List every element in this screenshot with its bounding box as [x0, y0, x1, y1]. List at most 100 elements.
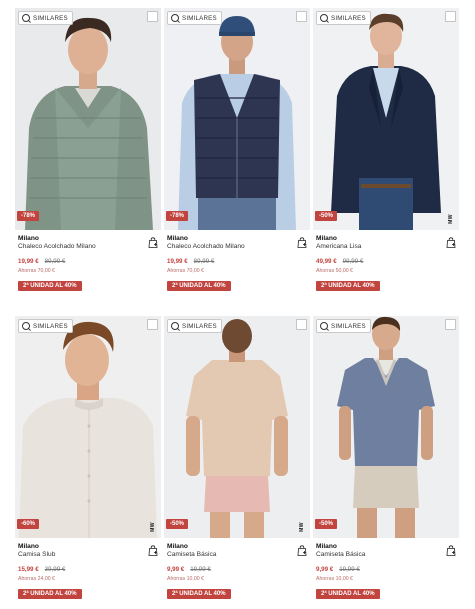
product-name[interactable]: Chaleco Acolchado Milano: [167, 243, 307, 250]
promo-badge: 2ª UNIDAD AL 40%: [18, 589, 82, 599]
product-row: SIMILARES -78% Milano Chaleco Acolchado …: [15, 8, 460, 308]
discount-badge: -50%: [315, 519, 338, 529]
product-card[interactable]: SIMILARES -78% Milano Chaleco Acolchado …: [15, 8, 161, 308]
compare-checkbox[interactable]: [147, 11, 158, 22]
product-image[interactable]: SIMILARES -78%: [164, 8, 310, 230]
compare-checkbox[interactable]: [147, 319, 158, 330]
product-name[interactable]: Camiseta Básica: [316, 551, 456, 558]
search-icon: [171, 322, 179, 330]
product-name[interactable]: Americana Lisa: [316, 243, 456, 250]
product-brand: Milano: [167, 543, 188, 550]
product-info: Milano Chaleco Acolchado Milano 19,99 € …: [167, 235, 307, 292]
original-price: 19,99 €: [339, 566, 360, 573]
product-image[interactable]: SIMILARES -50% MW: [313, 8, 459, 230]
compare-checkbox[interactable]: [296, 319, 307, 330]
similares-label: SIMILARES: [33, 14, 68, 22]
price-row: 19,99 € 89,99 €: [18, 258, 158, 265]
current-price: 49,99 €: [316, 258, 337, 265]
product-brand: Milano: [316, 235, 337, 242]
price-row: 15,99 € 39,99 €: [18, 566, 158, 573]
search-icon: [22, 14, 30, 22]
current-price: 9,99 €: [167, 566, 185, 573]
similares-label: SIMILARES: [331, 14, 366, 22]
compare-checkbox[interactable]: [445, 11, 456, 22]
price-row: 9,99 € 19,99 €: [167, 566, 307, 573]
similares-button[interactable]: SIMILARES: [167, 319, 222, 333]
compare-checkbox[interactable]: [296, 11, 307, 22]
man-in-blue-polo-illustration: [313, 316, 459, 538]
product-card[interactable]: SIMILARES -60% MW Milano Camisa Slub 15,…: [15, 316, 161, 609]
price-row: 19,99 € 89,99 €: [167, 258, 307, 265]
price-row: 49,99 € 99,99 €: [316, 258, 456, 265]
promo-badge: 2ª UNIDAD AL 40%: [167, 589, 231, 599]
similares-label: SIMILARES: [182, 14, 217, 22]
discount-badge: -50%: [166, 519, 189, 529]
original-price: 89,99 €: [193, 258, 215, 265]
product-image[interactable]: SIMILARES -60% MW: [15, 316, 161, 538]
promo-badge: 2ª UNIDAD AL 40%: [167, 281, 231, 291]
add-to-bag-icon[interactable]: [446, 237, 456, 248]
price-row: 9,99 € 19,99 €: [316, 566, 456, 573]
man-in-navy-quilted-vest-with-cap-illustration: [164, 8, 310, 230]
add-to-bag-icon[interactable]: [297, 545, 307, 556]
product-info: Milano Americana Lisa 49,99 € 99,99 € Ah…: [316, 235, 456, 292]
product-name[interactable]: Chaleco Acolchado Milano: [18, 243, 158, 250]
product-info: Milano Camiseta Básica 9,99 € 19,99 € Ah…: [316, 543, 456, 600]
product-brand: Milano: [167, 235, 188, 242]
product-info: Milano Camisa Slub 15,99 € 39,99 € Ahorr…: [18, 543, 158, 600]
similares-label: SIMILARES: [33, 322, 68, 330]
brand-mark: MW: [299, 522, 305, 532]
savings-text: Ahorras 10,00 €: [167, 576, 204, 582]
product-brand: Milano: [18, 235, 39, 242]
similares-button[interactable]: SIMILARES: [316, 11, 371, 25]
similares-button[interactable]: SIMILARES: [167, 11, 222, 25]
add-to-bag-icon[interactable]: [446, 545, 456, 556]
discount-badge: -78%: [166, 211, 189, 221]
current-price: 15,99 €: [18, 566, 39, 573]
current-price: 9,99 €: [316, 566, 334, 573]
product-card[interactable]: SIMILARES -50% MW Milano Americana Lisa …: [313, 8, 459, 308]
add-to-bag-icon[interactable]: [148, 545, 158, 556]
discount-badge: -50%: [315, 211, 338, 221]
discount-badge: -78%: [17, 211, 40, 221]
man-in-beige-tshirt-back-view-illustration: [164, 316, 310, 538]
savings-text: Ahorras 50,00 €: [316, 268, 353, 274]
similares-button[interactable]: SIMILARES: [18, 319, 73, 333]
man-in-green-quilted-vest-illustration: [15, 8, 161, 230]
brand-mark: MW: [448, 214, 454, 224]
promo-badge: 2ª UNIDAD AL 40%: [316, 589, 380, 599]
product-name[interactable]: Camisa Slub: [18, 551, 158, 558]
man-in-linen-mandarin-shirt-illustration: [15, 316, 161, 538]
product-info: Milano Camiseta Básica 9,99 € 19,99 € Ah…: [167, 543, 307, 600]
product-brand: Milano: [316, 543, 337, 550]
compare-checkbox[interactable]: [445, 319, 456, 330]
discount-badge: -60%: [17, 519, 40, 529]
current-price: 19,99 €: [167, 258, 188, 265]
brand-mark: MW: [150, 522, 156, 532]
similares-label: SIMILARES: [182, 322, 217, 330]
original-price: 39,99 €: [44, 566, 66, 573]
product-card[interactable]: SIMILARES -50% MW Milano Camiseta Básica…: [164, 316, 310, 609]
savings-text: Ahorras 24,00 €: [18, 576, 55, 582]
savings-text: Ahorras 70,00 €: [18, 268, 55, 274]
product-card[interactable]: SIMILARES -50% Milano Camiseta Básica 9,…: [313, 316, 459, 609]
current-price: 19,99 €: [18, 258, 39, 265]
promo-badge: 2ª UNIDAD AL 40%: [18, 281, 82, 291]
similares-button[interactable]: SIMILARES: [18, 11, 73, 25]
similares-label: SIMILARES: [331, 322, 366, 330]
product-card[interactable]: SIMILARES -78% Milano Chaleco Acolchado …: [164, 8, 310, 308]
original-price: 19,99 €: [190, 566, 211, 573]
add-to-bag-icon[interactable]: [148, 237, 158, 248]
product-row: SIMILARES -60% MW Milano Camisa Slub 15,…: [15, 316, 460, 609]
savings-text: Ahorras 70,00 €: [167, 268, 204, 274]
search-icon: [320, 14, 328, 22]
product-image[interactable]: SIMILARES -50% MW: [164, 316, 310, 538]
add-to-bag-icon[interactable]: [297, 237, 307, 248]
product-image[interactable]: SIMILARES -78%: [15, 8, 161, 230]
product-brand: Milano: [18, 543, 39, 550]
promo-badge: 2ª UNIDAD AL 40%: [316, 281, 380, 291]
product-name[interactable]: Camiseta Básica: [167, 551, 307, 558]
product-image[interactable]: SIMILARES -50%: [313, 316, 459, 538]
similares-button[interactable]: SIMILARES: [316, 319, 371, 333]
search-icon: [22, 322, 30, 330]
